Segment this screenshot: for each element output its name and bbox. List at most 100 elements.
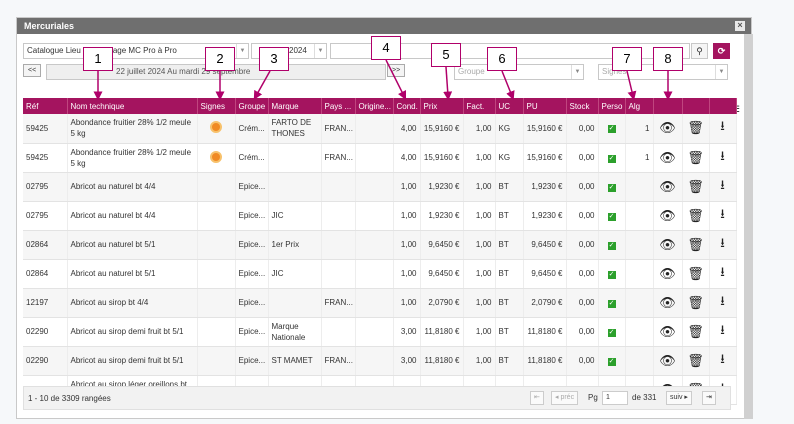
cell-prix: 11,8180 € xyxy=(420,317,464,347)
table-row[interactable]: 59425 Abondance fruitier 28% 1/2 meule 5 … xyxy=(23,114,737,144)
column-header[interactable]: Pays ... xyxy=(321,98,356,114)
table-row[interactable]: 12197 Abricot au sirop bt 4/4 Epice... FRAN… xyxy=(23,288,737,318)
download-button[interactable]: ⭳ xyxy=(709,346,737,376)
cell-fact: 1,00 xyxy=(463,230,496,260)
table-row[interactable]: 02795 Abricot au naturel bt 4/4 Epice... JI… xyxy=(23,201,737,231)
column-header[interactable]: Marque xyxy=(268,98,322,114)
column-header[interactable]: UC xyxy=(495,98,524,114)
cell-cond: 1,00 xyxy=(393,230,421,260)
download-button[interactable]: ⭳ xyxy=(709,143,737,173)
trash-button[interactable]: 🗑 xyxy=(682,288,710,318)
eye-button[interactable]: 👁 xyxy=(653,172,683,202)
trash-button[interactable]: 🗑 xyxy=(682,172,710,202)
cell-stock: 0,00 xyxy=(566,230,599,260)
cell-pu: 9,6450 € xyxy=(523,259,567,289)
first-page-button[interactable]: ⇤ xyxy=(530,391,544,405)
eye-icon: 👁 xyxy=(659,352,676,368)
cell-perso: ✓ xyxy=(598,259,626,289)
column-header[interactable]: Signes xyxy=(197,98,236,114)
checkbox-checked-icon[interactable]: ✓ xyxy=(607,270,616,279)
table-row[interactable]: 59425 Abondance fruitier 28% 1/2 meule 5 … xyxy=(23,143,737,173)
page-input[interactable]: 1 xyxy=(602,391,628,405)
download-icon: ⭳ xyxy=(720,147,725,163)
column-header[interactable]: Fact. xyxy=(463,98,496,114)
download-icon: ⭳ xyxy=(720,205,725,221)
cell-ref: 02864 xyxy=(23,259,68,289)
cell-prix: 11,8180 € xyxy=(420,346,464,376)
checkbox-checked-icon[interactable]: ✓ xyxy=(607,328,616,337)
cell-ref: 02795 xyxy=(23,172,68,202)
checkbox-checked-icon[interactable]: ✓ xyxy=(607,241,616,250)
download-button[interactable]: ⭳ xyxy=(709,259,737,289)
window-scrollbar[interactable] xyxy=(744,34,753,419)
checkbox-checked-icon[interactable]: ✓ xyxy=(607,183,616,192)
prev-period-button[interactable]: << xyxy=(23,64,42,77)
table-row[interactable]: 02290 Abricot au sirop demi fruit bt 5/1 E… xyxy=(23,346,737,376)
eye-button[interactable]: 👁 xyxy=(653,346,683,376)
checkbox-checked-icon[interactable]: ✓ xyxy=(607,357,616,366)
download-button[interactable]: ⭳ xyxy=(709,172,737,202)
column-header[interactable]: Groupe xyxy=(235,98,269,114)
download-button[interactable]: ⭳ xyxy=(709,201,737,231)
trash-button[interactable]: 🗑 xyxy=(682,317,710,347)
groupe-select[interactable]: Groupe ▼ xyxy=(454,64,584,80)
cell-groupe: Epice... xyxy=(235,317,269,347)
column-header[interactable]: Alg xyxy=(625,98,654,114)
download-button[interactable]: ⭳ xyxy=(709,230,737,260)
trash-button[interactable]: 🗑 xyxy=(682,114,710,144)
column-header[interactable]: Prix xyxy=(420,98,464,114)
table-row[interactable]: 02795 Abricot au naturel bt 4/4 Epice... 1,… xyxy=(23,172,737,202)
download-icon: ⭳ xyxy=(720,263,725,279)
cell-uc: KG xyxy=(495,114,524,144)
cell-uc: BT xyxy=(495,259,524,289)
cell-marque: ST MAMET xyxy=(268,346,322,376)
trash-button[interactable]: 🗑 xyxy=(682,346,710,376)
trash-button[interactable]: 🗑 xyxy=(682,201,710,231)
eye-button[interactable]: 👁 xyxy=(653,317,683,347)
trash-icon: 🗑 xyxy=(687,294,704,310)
download-icon: ⭳ xyxy=(720,292,725,308)
column-header[interactable]: PU xyxy=(523,98,567,114)
cell-uc: BT xyxy=(495,346,524,376)
cell-groupe: Epice... xyxy=(235,172,269,202)
download-button[interactable]: ⭳ xyxy=(709,288,737,318)
eye-icon: 👁 xyxy=(659,207,676,223)
cell-origine xyxy=(355,172,394,202)
table-row[interactable]: 02290 Abricot au sirop demi fruit bt 5/1 E… xyxy=(23,317,737,347)
download-button[interactable]: ⭳ xyxy=(709,317,737,347)
column-header[interactable]: Perso xyxy=(598,98,626,114)
eye-icon: 👁 xyxy=(659,294,676,310)
column-header[interactable]: Réf xyxy=(23,98,68,114)
column-header[interactable]: Nom technique xyxy=(67,98,198,114)
eye-button[interactable]: 👁 xyxy=(653,201,683,231)
cell-marque: JIC xyxy=(268,259,322,289)
next-period-button[interactable]: >> xyxy=(387,64,406,77)
trash-button[interactable]: 🗑 xyxy=(682,143,710,173)
last-page-button[interactable]: ⇥ xyxy=(702,391,716,405)
column-header[interactable]: Origine... xyxy=(355,98,394,114)
cell-signes xyxy=(197,259,236,289)
table-row[interactable]: 02864 Abricot au naturel bt 5/1 Epice... 1e… xyxy=(23,230,737,260)
trash-button[interactable]: 🗑 xyxy=(682,230,710,260)
trash-button[interactable]: 🗑 xyxy=(682,259,710,289)
eye-button[interactable]: 👁 xyxy=(653,230,683,260)
checkbox-checked-icon[interactable]: ✓ xyxy=(607,299,616,308)
table-row[interactable]: 02864 Abricot au naturel bt 5/1 Epice... JI… xyxy=(23,259,737,289)
refresh-button[interactable]: ⟳ xyxy=(713,43,730,59)
cell-nom: Abricot au sirop bt 4/4 xyxy=(67,288,198,318)
download-button[interactable]: ⭳ xyxy=(709,114,737,144)
checkbox-checked-icon[interactable]: ✓ xyxy=(607,212,616,221)
eye-button[interactable]: 👁 xyxy=(653,143,683,173)
eye-button[interactable]: 👁 xyxy=(653,259,683,289)
eye-button[interactable]: 👁 xyxy=(653,288,683,318)
cell-alg xyxy=(625,346,654,376)
close-button[interactable]: × xyxy=(735,21,745,31)
prev-page-button[interactable]: ◂ préc xyxy=(551,391,579,405)
checkbox-checked-icon[interactable]: ✓ xyxy=(607,125,616,134)
eye-button[interactable]: 👁 xyxy=(653,114,683,144)
next-page-button[interactable]: suiv ▸ xyxy=(666,391,692,405)
search-button[interactable]: ⚲ xyxy=(691,43,708,59)
column-header[interactable]: Stock xyxy=(566,98,599,114)
column-header[interactable]: Cond. xyxy=(393,98,421,114)
checkbox-checked-icon[interactable]: ✓ xyxy=(607,154,616,163)
